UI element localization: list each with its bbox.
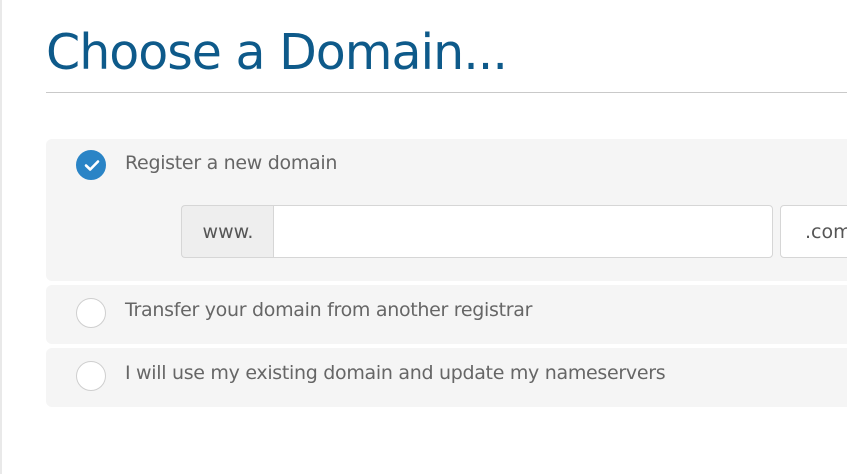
choose-domain-page: Choose a Domain... Register a new domain… <box>0 0 847 474</box>
radio-existing-domain[interactable] <box>76 361 106 391</box>
tld-selected-value: .com <box>805 220 847 243</box>
left-border <box>0 0 2 474</box>
option-label-register-domain: Register a new domain <box>125 152 338 174</box>
option-register-domain[interactable]: Register a new domain www. .com <box>46 139 847 281</box>
tld-select[interactable]: .com <box>780 205 847 258</box>
option-existing-domain[interactable]: I will use my existing domain and update… <box>46 348 847 407</box>
option-label-existing-domain: I will use my existing domain and update… <box>125 362 666 384</box>
www-prefix-addon: www. <box>181 205 274 258</box>
title-divider <box>46 92 847 93</box>
radio-transfer-domain[interactable] <box>76 298 106 328</box>
option-transfer-domain[interactable]: Transfer your domain from another regist… <box>46 285 847 344</box>
domain-name-input[interactable] <box>273 205 773 258</box>
option-label-transfer-domain: Transfer your domain from another regist… <box>125 299 533 321</box>
page-title: Choose a Domain... <box>46 24 508 81</box>
radio-register-domain[interactable] <box>76 150 106 180</box>
checkmark-icon <box>84 160 100 171</box>
